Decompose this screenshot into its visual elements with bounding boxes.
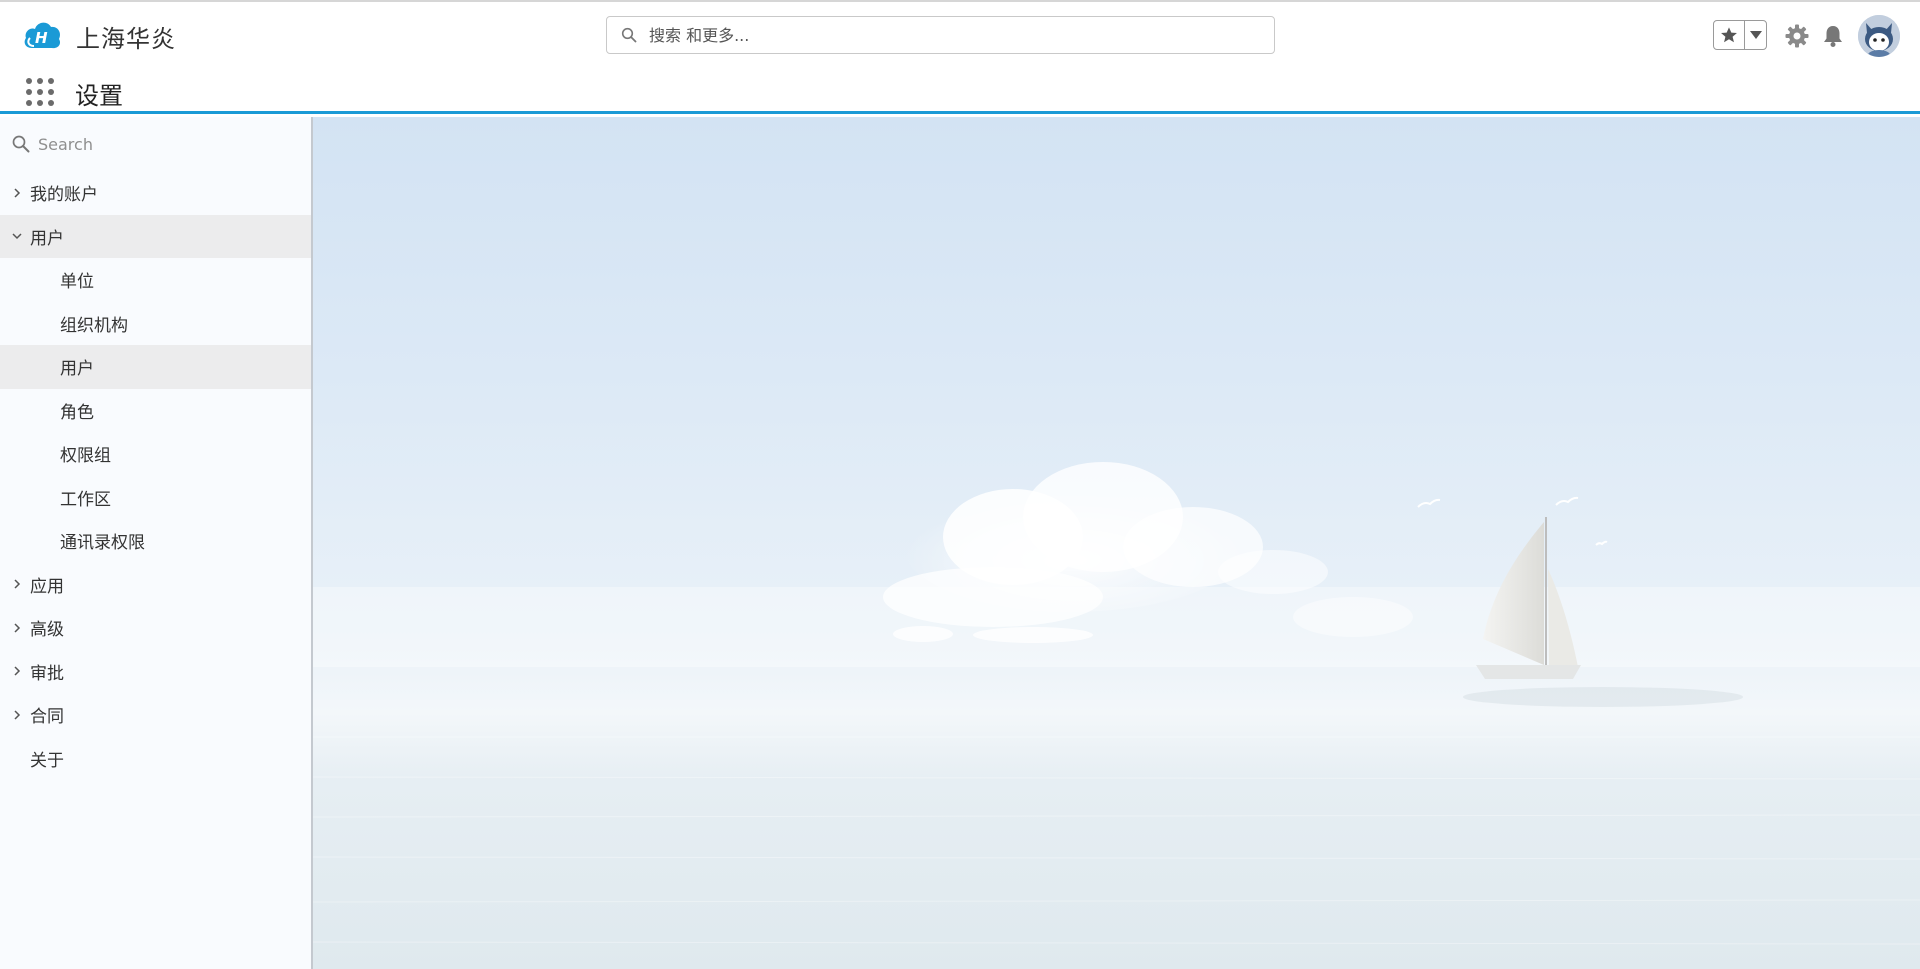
sidebar-item-label: 应用	[30, 576, 64, 597]
sidebar-subitem-units[interactable]: 单位	[0, 258, 311, 302]
favorites-menu-button[interactable]	[1745, 21, 1766, 49]
global-search-input[interactable]	[647, 24, 1251, 46]
sidebar-subitem-workspaces[interactable]: 工作区	[0, 476, 311, 520]
sidebar-item-label: 高级	[30, 620, 64, 641]
sidebar-item-label: 关于	[30, 750, 64, 771]
star-icon	[1721, 27, 1737, 43]
grid-dot	[48, 100, 54, 106]
sidebar-item-label: 用户	[60, 359, 94, 380]
avatar[interactable]	[1858, 15, 1900, 57]
user-avatar-icon	[1858, 15, 1900, 57]
sidebar-item-about[interactable]: 关于	[0, 737, 311, 781]
grid-dot	[37, 100, 43, 106]
favorite-button[interactable]	[1714, 21, 1745, 49]
sidebar-item-label: 角色	[60, 402, 94, 423]
gear-icon	[1785, 24, 1809, 48]
sidebar-item-label: 工作区	[60, 489, 111, 510]
sidebar-subitem-roles[interactable]: 角色	[0, 389, 311, 433]
sidebar-item-approval[interactable]: 审批	[0, 650, 311, 694]
app-root: H 上海华炎 搜索 和更多... 设置 Search 我的账户 用户 单位 组织…	[0, 0, 1920, 969]
grid-dot	[26, 78, 32, 84]
search-icon	[12, 135, 30, 153]
sidebar-item-label: 审批	[30, 663, 64, 684]
seagulls	[1417, 496, 1608, 546]
sidebar-item-apps[interactable]: 应用	[0, 563, 311, 607]
sidebar-item-advanced[interactable]: 高级	[0, 606, 311, 650]
sidebar-subitem-users[interactable]: 用户	[0, 345, 311, 389]
sidebar-item-contracts[interactable]: 合同	[0, 693, 311, 737]
favorites-group	[1713, 20, 1767, 50]
chevron-down-icon	[12, 233, 22, 240]
global-header: H 上海华炎 搜索 和更多... 设置	[0, 2, 1920, 114]
chevron-right-icon	[14, 188, 21, 198]
sidebar-search[interactable]	[0, 117, 311, 171]
sidebar-item-label: 我的账户	[30, 185, 98, 206]
grid-dot	[26, 100, 32, 106]
grid-dot	[48, 78, 54, 84]
sidebar-item-users[interactable]: 用户	[0, 214, 311, 258]
brand[interactable]: H 上海华炎	[22, 16, 176, 56]
notifications-button[interactable]	[1820, 23, 1846, 49]
brand-name: 上海华炎	[76, 24, 176, 53]
sidebar-subitem-organizations[interactable]: 组织机构	[0, 302, 311, 346]
sidebar-item-label: 通讯录权限	[60, 533, 145, 554]
global-search[interactable]	[606, 16, 1275, 54]
grid-dot	[37, 78, 43, 84]
sea-sailboat-illustration	[313, 462, 1920, 945]
search-icon	[621, 27, 637, 43]
chevron-right-icon	[14, 623, 21, 633]
sidebar-subitem-contacts-permissions[interactable]: 通讯录权限	[0, 519, 311, 563]
cloud-h-logo-icon: H	[24, 22, 61, 49]
grid-dot	[37, 89, 43, 95]
chevron-right-icon	[14, 710, 21, 720]
setup-button[interactable]	[1784, 23, 1810, 49]
sidebar-search-input[interactable]	[36, 133, 290, 155]
chevron-right-icon	[14, 666, 21, 676]
sidebar-item-label: 单位	[60, 272, 94, 293]
page-title: 设置	[75, 82, 123, 110]
grid-dot	[26, 89, 32, 95]
setup-sidebar: 我的账户 用户 单位 组织机构 用户 角色 权限组 工作区 通讯录权限 应用	[0, 117, 313, 969]
chevron-right-icon	[14, 579, 21, 589]
sidebar-item-label: 用户	[30, 228, 64, 249]
bell-icon	[1824, 26, 1842, 47]
sidebar-subitem-permission-groups[interactable]: 权限组	[0, 432, 311, 476]
main-content-background	[313, 117, 1920, 969]
grid-dot	[48, 89, 54, 95]
sidebar-item-label: 合同	[30, 707, 64, 728]
caret-down-icon	[1749, 31, 1762, 39]
sidebar-item-label: 组织机构	[60, 315, 128, 336]
sidebar-item-my-account[interactable]: 我的账户	[0, 171, 311, 215]
svg-text:H: H	[35, 29, 48, 47]
app-launcher-button[interactable]	[26, 78, 54, 106]
sidebar-item-label: 权限组	[60, 446, 111, 467]
